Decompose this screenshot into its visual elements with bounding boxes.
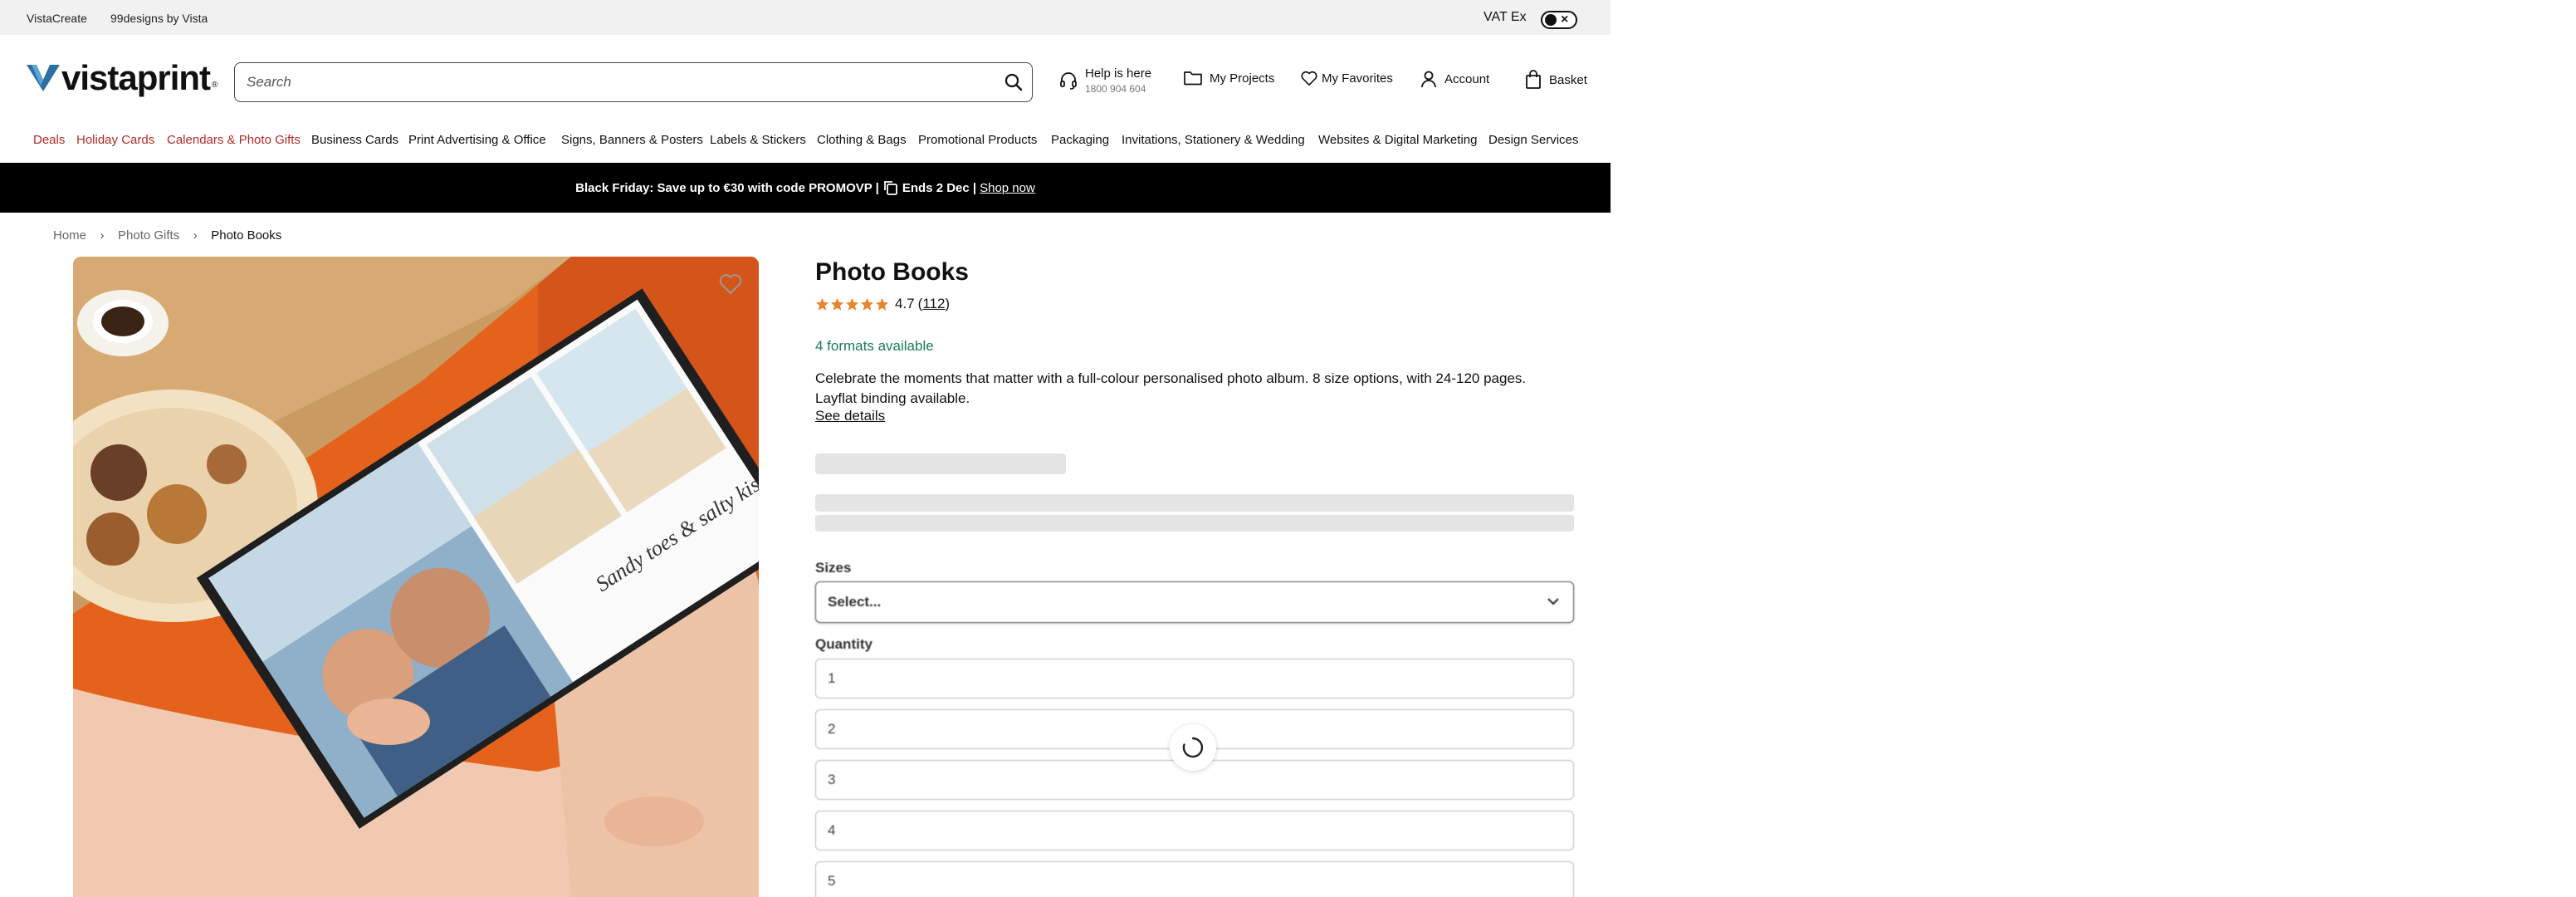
formats-available[interactable]: 4 formats available [815, 338, 934, 355]
my-favorites-label: My Favorites [1322, 71, 1393, 86]
nav-item-promotional-products[interactable]: Promotional Products [918, 133, 1037, 147]
see-details-link[interactable]: See details [815, 408, 885, 424]
favorite-heart-icon[interactable] [717, 271, 744, 297]
help-title: Help is here [1085, 66, 1152, 81]
product-rating: 4.7 (112) [815, 296, 950, 312]
my-projects-link[interactable]: My Projects [1183, 70, 1274, 86]
promo-banner: Black Friday: Save up to €30 with code P… [0, 163, 1611, 213]
nav-item-labels-stickers[interactable]: Labels & Stickers [710, 133, 806, 147]
logo-tm: ® [212, 80, 218, 90]
help-phone: 1800 904 604 [1085, 83, 1146, 95]
vat-label: VAT Ex [1484, 10, 1527, 24]
nav-item-print-advertising[interactable]: Print Advertising & Office [408, 133, 546, 147]
quantity-option[interactable]: 4 [815, 811, 1574, 850]
nav-item-design-services[interactable]: Design Services [1488, 133, 1578, 147]
loading-skeleton [815, 453, 1066, 474]
nav-item-websites[interactable]: Websites & Digital Marketing [1318, 133, 1477, 147]
nav-item-calendars-photo-gifts[interactable]: Calendars & Photo Gifts [167, 133, 301, 147]
sizes-label: Sizes [815, 560, 852, 576]
account-label: Account [1444, 71, 1490, 86]
search-icon[interactable] [1004, 72, 1024, 92]
product-image[interactable]: Sandy toes & salty kisses [73, 257, 759, 897]
shopping-bag-icon [1526, 70, 1541, 89]
spinner-icon [1182, 737, 1204, 758]
logo-mark-icon [27, 65, 60, 91]
search-box[interactable] [234, 62, 1033, 102]
my-favorites-link[interactable]: My Favorites [1300, 70, 1393, 86]
basket-link[interactable]: Basket [1524, 70, 1587, 90]
loading-skeleton [815, 494, 1574, 512]
breadcrumb-home[interactable]: Home [53, 228, 86, 243]
rating-count: 112 [922, 296, 946, 311]
quantity-option[interactable]: 5 [815, 861, 1574, 897]
basket-label: Basket [1549, 72, 1587, 87]
chevron-right-icon: › [100, 228, 105, 243]
vistaprint-logo[interactable]: vistaprint ® [27, 58, 218, 97]
heart-icon [1301, 71, 1317, 86]
nav-item-invitations[interactable]: Invitations, Stationery & Wedding [1122, 133, 1305, 147]
main-navigation: Deals Holiday Cards Calendars & Photo Gi… [0, 130, 1611, 151]
logo-wordmark: vistaprint [61, 58, 211, 97]
sizes-select[interactable]: Select... [815, 581, 1574, 623]
nav-item-signs-banners[interactable]: Signs, Banners & Posters [561, 133, 703, 147]
user-icon [1421, 71, 1436, 88]
quantity-value: 4 [828, 822, 836, 838]
chevron-down-icon [1547, 598, 1559, 605]
star-rating [815, 297, 890, 311]
quantity-option[interactable]: 1 [815, 659, 1574, 698]
quantity-value: 2 [828, 721, 836, 737]
quantity-value: 3 [828, 772, 836, 787]
star-icon [860, 297, 874, 311]
vistacreate-link[interactable]: VistaCreate [27, 12, 87, 25]
breadcrumb-photo-gifts[interactable]: Photo Gifts [118, 228, 179, 243]
promo-text: Black Friday: Save up to €30 with code P… [575, 180, 879, 195]
folder-icon [1184, 71, 1202, 86]
toggle-knob [1545, 14, 1557, 26]
copy-code-icon[interactable] [882, 179, 899, 196]
star-icon [815, 297, 829, 311]
star-icon [875, 297, 889, 311]
quantity-value: 5 [828, 873, 836, 889]
promo-deadline: Ends 2 Dec | [902, 180, 977, 195]
rating-count-link[interactable]: (112) [918, 296, 950, 312]
vat-toggle[interactable]: × [1541, 11, 1577, 29]
search-input[interactable] [247, 63, 994, 100]
chevron-right-icon: › [193, 228, 198, 243]
nav-item-packaging[interactable]: Packaging [1051, 133, 1109, 147]
sizes-selected-value: Select... [828, 594, 882, 610]
loading-skeleton [815, 515, 1574, 532]
breadcrumb-photo-books: Photo Books [211, 228, 282, 243]
nav-item-deals[interactable]: Deals [33, 133, 65, 147]
nav-item-clothing-bags[interactable]: Clothing & Bags [817, 133, 907, 147]
help-contact[interactable]: Help is here 1800 904 604 [1058, 66, 1151, 95]
my-projects-label: My Projects [1210, 71, 1275, 86]
headset-icon [1060, 72, 1077, 90]
99designs-link[interactable]: 99designs by Vista [110, 12, 208, 25]
photo-book-illustration: Sandy toes & salty kisses [73, 257, 759, 897]
close-icon: × [1561, 12, 1569, 27]
quantity-label: Quantity [815, 636, 873, 652]
star-icon [845, 297, 859, 311]
star-icon [830, 297, 844, 311]
utility-bar: VistaCreate 99designs by Vista VAT Ex × [0, 0, 1611, 35]
product-description: Celebrate the moments that matter with a… [815, 370, 1527, 406]
quantity-value: 1 [828, 670, 836, 686]
shop-now-link[interactable]: Shop now [980, 181, 1035, 195]
nav-item-holiday-cards[interactable]: Holiday Cards [76, 133, 154, 147]
loading-spinner [1170, 724, 1216, 771]
breadcrumb: Home › Photo Gifts › Photo Books [53, 228, 281, 243]
product-title: Photo Books [815, 258, 969, 286]
nav-item-business-cards[interactable]: Business Cards [311, 133, 398, 147]
account-link[interactable]: Account [1420, 70, 1489, 88]
rating-value: 4.7 [895, 296, 915, 311]
